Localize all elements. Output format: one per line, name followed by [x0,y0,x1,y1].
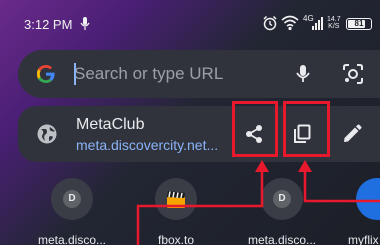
copy-arrow-head [298,160,312,172]
copy-arrow-line [303,166,380,203]
share-arrow-line [136,166,264,245]
share-arrow-head [255,160,269,172]
annotation-arrows [136,160,380,245]
